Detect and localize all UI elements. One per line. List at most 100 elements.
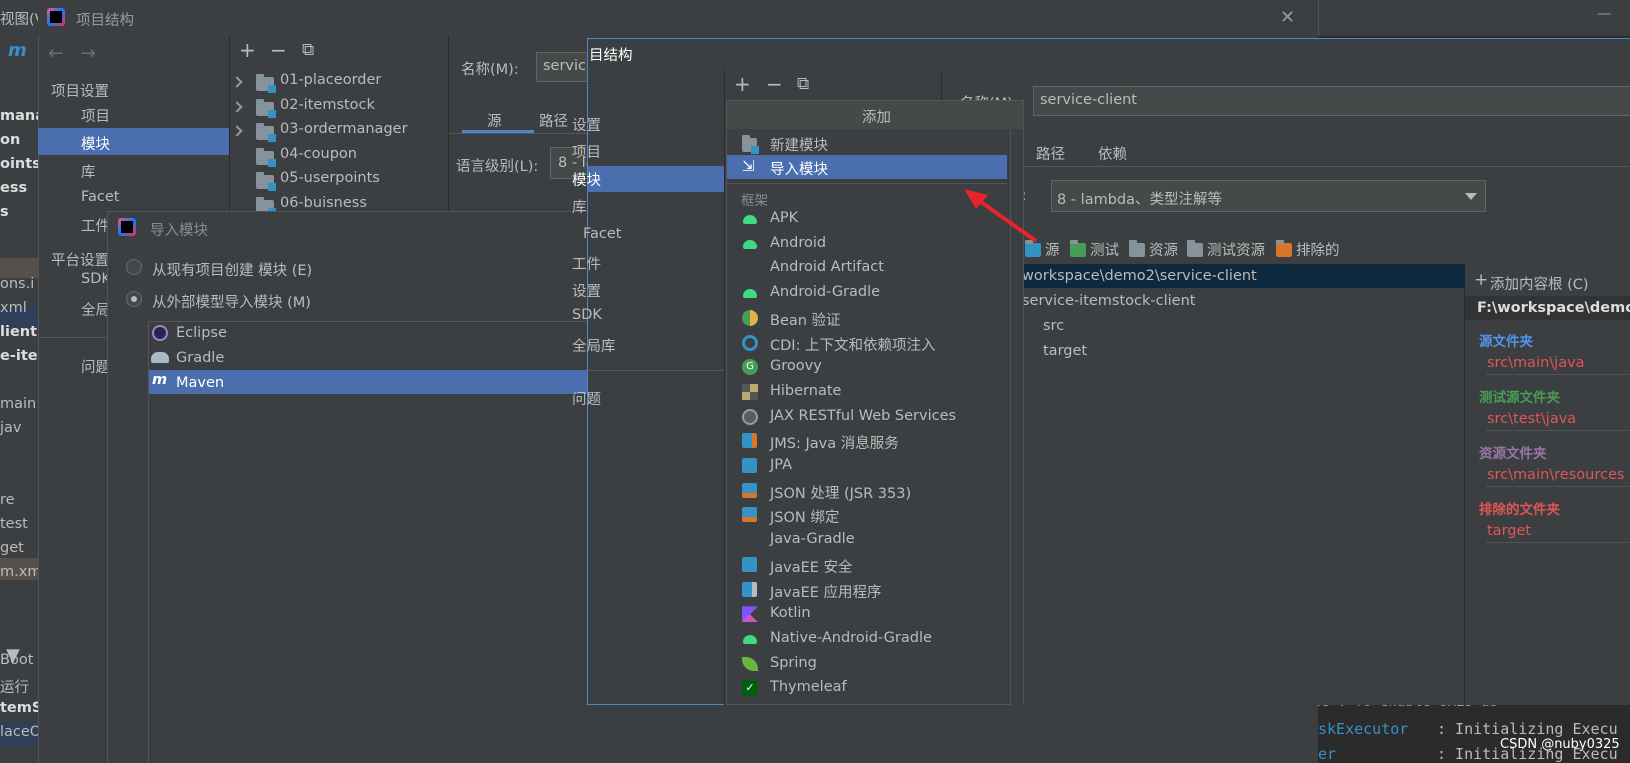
dialog2-nav-item[interactable]: 项目 bbox=[572, 141, 601, 162]
framework-item[interactable]: Native-Android-Gradle bbox=[770, 630, 932, 646]
tree-module[interactable]: 02-itemstock bbox=[280, 97, 375, 113]
marker-4[interactable]: 测试资源 bbox=[1207, 239, 1265, 260]
d2-copy-button[interactable]: ⧉ bbox=[797, 74, 809, 94]
framework-item[interactable]: Hibernate bbox=[770, 383, 841, 399]
tree-module[interactable]: 01-placeorder bbox=[280, 72, 381, 88]
nav-item-3[interactable]: 库 bbox=[81, 161, 96, 182]
framework-item[interactable]: JavaEE 安全 bbox=[770, 556, 853, 577]
left-tree-item[interactable]: re bbox=[0, 492, 15, 508]
dialog2-nav-item[interactable]: 工件 bbox=[572, 253, 601, 274]
new-module-item[interactable]: 新建模块 bbox=[770, 134, 828, 155]
intellij-logo-icon bbox=[47, 8, 65, 26]
left-tree-item[interactable]: xml bbox=[0, 300, 27, 316]
framework-item[interactable]: Android bbox=[770, 235, 826, 251]
framework-item[interactable]: Groovy bbox=[770, 358, 822, 374]
nav-forward-button[interactable]: → bbox=[80, 42, 96, 64]
radio-import-external[interactable] bbox=[126, 291, 142, 307]
model-maven[interactable]: Maven bbox=[176, 375, 224, 391]
marker-3[interactable]: 资源 bbox=[1149, 239, 1178, 260]
framework-item[interactable]: Android-Gradle bbox=[770, 284, 880, 300]
add-content-root-link[interactable]: 添加内容根 (C) bbox=[1490, 273, 1589, 294]
content-target[interactable]: target bbox=[1043, 343, 1087, 359]
framework-item[interactable]: JavaEE 应用程序 bbox=[770, 581, 882, 602]
d1-copy-button[interactable]: ⧉ bbox=[302, 40, 314, 60]
plus-icon[interactable]: + bbox=[1474, 270, 1488, 290]
tree-module[interactable]: 06-buisness bbox=[280, 195, 367, 211]
content-root-path[interactable]: workspace\demo2\service-client bbox=[1022, 268, 1257, 284]
framework-item[interactable]: JPA bbox=[770, 457, 792, 473]
framework-item[interactable]: APK bbox=[770, 210, 798, 226]
left-tree-item[interactable]: test bbox=[0, 516, 28, 532]
dialog2-nav-item[interactable]: 问题 bbox=[572, 388, 601, 409]
marker-2[interactable]: 测试 bbox=[1090, 239, 1119, 260]
filter-icon[interactable]: ▼ bbox=[6, 645, 20, 666]
dialog2-nav-item[interactable]: SDK bbox=[572, 307, 602, 323]
framework-item[interactable]: JSON 处理 (JSR 353) bbox=[770, 482, 911, 503]
d1-add-button[interactable]: + bbox=[239, 38, 256, 62]
framework-item[interactable]: Java-Gradle bbox=[770, 531, 855, 547]
left-tree-item[interactable]: ess bbox=[0, 180, 27, 196]
framework-item[interactable]: Android Artifact bbox=[770, 259, 884, 275]
opt-import-label[interactable]: 从外部模型导入模块 (M) bbox=[152, 291, 311, 312]
d2-tab-deps[interactable]: 依赖 bbox=[1098, 143, 1127, 164]
dialog2-nav-item[interactable]: Facet bbox=[583, 226, 621, 242]
left-tree-item[interactable]: lient bbox=[0, 324, 37, 340]
framework-item[interactable]: Spring bbox=[770, 655, 817, 671]
nav-item-1[interactable]: 项目 bbox=[81, 105, 110, 126]
framework-item[interactable]: JSON 绑定 bbox=[770, 506, 839, 527]
framework-item[interactable]: JMS: Java 消息服务 bbox=[770, 432, 899, 453]
model-gradle[interactable]: Gradle bbox=[176, 350, 224, 366]
framework-item[interactable]: Bean 验证 bbox=[770, 309, 841, 330]
dialog2-nav-item[interactable]: 库 bbox=[572, 196, 587, 217]
dialog1-close-button[interactable]: ✕ bbox=[1280, 7, 1295, 28]
d1-tab-path[interactable]: 路径 bbox=[539, 110, 568, 131]
d1-tab-source[interactable]: 源 bbox=[487, 110, 502, 131]
d1-remove-button[interactable]: − bbox=[270, 38, 287, 62]
model-eclipse[interactable]: Eclipse bbox=[176, 325, 227, 341]
marker-5[interactable]: 排除的 bbox=[1296, 239, 1340, 260]
nav-item-4[interactable]: Facet bbox=[81, 189, 119, 205]
framework-item[interactable]: Kotlin bbox=[770, 605, 811, 621]
section-underline bbox=[1487, 542, 1630, 543]
left-tree-item[interactable]: get bbox=[0, 540, 24, 556]
tree-module[interactable]: 04-coupon bbox=[280, 146, 357, 162]
left-tree-item[interactable]: oints bbox=[0, 156, 41, 172]
dialog2-nav-item[interactable]: 模块 bbox=[572, 169, 601, 190]
console-msg-1: : Initializing Execu bbox=[1437, 720, 1618, 738]
left-tree-item[interactable]: 运行 bbox=[0, 676, 29, 697]
d2-remove-button[interactable]: − bbox=[766, 72, 783, 96]
d2-add-button[interactable]: + bbox=[734, 72, 751, 96]
minimize-button[interactable]: — bbox=[1597, 6, 1612, 22]
content-src[interactable]: src bbox=[1043, 318, 1064, 334]
nav-item-2[interactable]: 模块 bbox=[81, 133, 110, 154]
framework-item[interactable]: Thymeleaf bbox=[770, 679, 847, 695]
left-tree-item[interactable]: laceO bbox=[0, 724, 41, 740]
dialog2-nav-item[interactable]: 设置 bbox=[572, 280, 601, 301]
dialog2-nav-item[interactable]: 设置 bbox=[572, 114, 601, 135]
framework-item[interactable]: JAX RESTful Web Services bbox=[770, 408, 956, 424]
opt-create-label[interactable]: 从现有项目创建 模块 (E) bbox=[152, 259, 312, 280]
framework-item[interactable]: CDI: 上下文和依赖项注入 bbox=[770, 334, 936, 355]
section-path[interactable]: src\main\java bbox=[1487, 355, 1585, 371]
import-module-item[interactable]: 导入模块 bbox=[770, 158, 828, 179]
nav-back-button[interactable]: ← bbox=[48, 42, 64, 64]
left-tree-item[interactable]: jav bbox=[0, 420, 22, 436]
marker-1[interactable]: 源 bbox=[1045, 239, 1060, 260]
left-tree-item[interactable]: ons.i bbox=[0, 276, 34, 292]
tree-module[interactable]: 03-ordermanager bbox=[280, 121, 408, 137]
content-module-name[interactable]: service-itemstock-client bbox=[1022, 293, 1195, 309]
dialog2-nav-item[interactable]: 全局库 bbox=[572, 335, 616, 356]
d2-tab-path[interactable]: 路径 bbox=[1036, 143, 1065, 164]
tree-module[interactable]: 05-userpoints bbox=[280, 170, 380, 186]
left-tree-item[interactable]: on bbox=[0, 132, 20, 148]
left-tree-item[interactable]: s bbox=[0, 204, 9, 220]
left-tree-item[interactable]: main bbox=[0, 396, 36, 412]
nav-item-5[interactable]: 工件 bbox=[81, 215, 110, 236]
section-path[interactable]: src\test\java bbox=[1487, 411, 1576, 427]
section-path[interactable]: target bbox=[1487, 523, 1531, 539]
problems-item[interactable]: 问题 bbox=[81, 356, 110, 377]
left-tree-item[interactable]: m.xm bbox=[0, 564, 41, 580]
nav-platform-item[interactable]: 全局 bbox=[81, 299, 110, 320]
section-path[interactable]: src\main\resources bbox=[1487, 467, 1624, 483]
radio-create-from-existing[interactable] bbox=[126, 259, 142, 275]
